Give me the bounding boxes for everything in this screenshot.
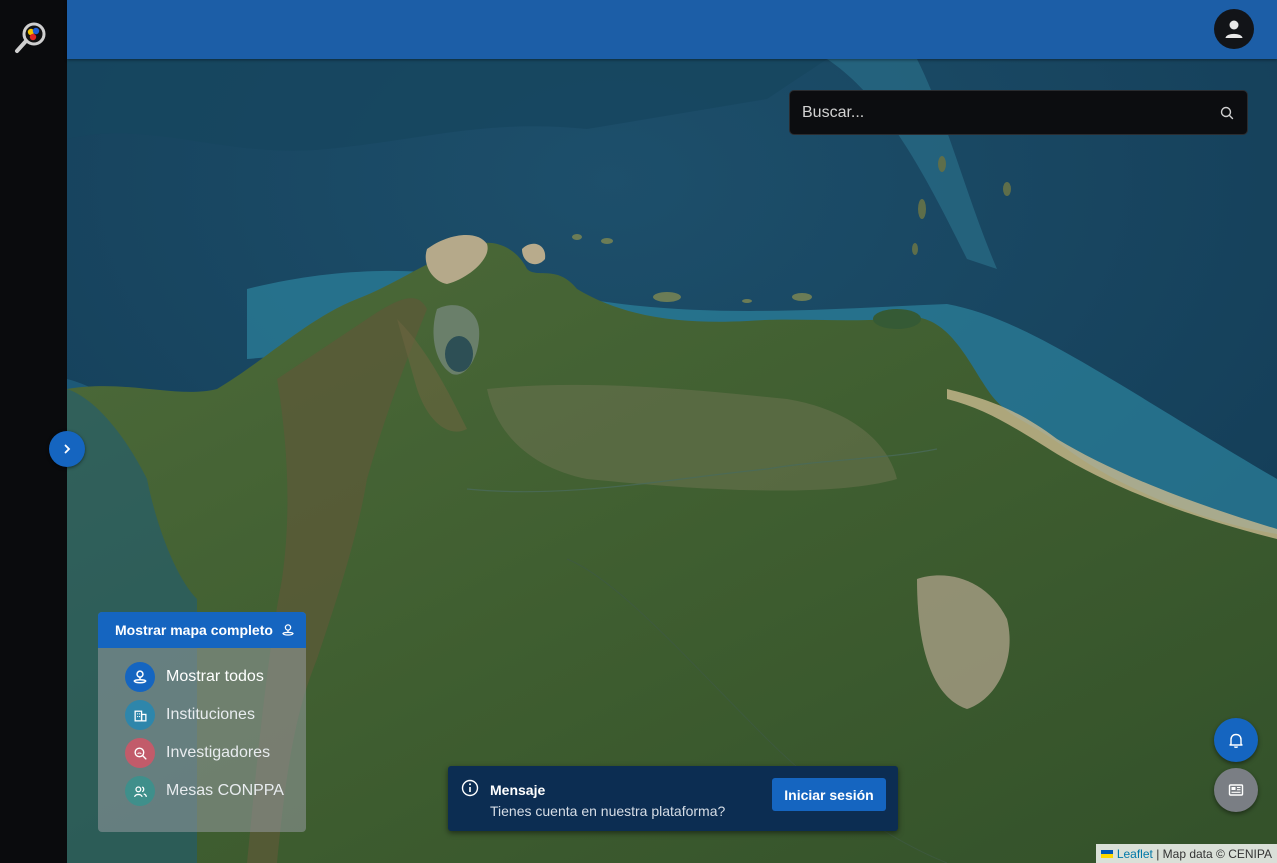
show-full-map-button[interactable]: Mostrar mapa completo	[98, 612, 306, 648]
top-header	[67, 0, 1277, 59]
leaflet-link[interactable]: Leaflet	[1117, 847, 1153, 861]
login-button[interactable]: Iniciar sesión	[772, 778, 886, 811]
app-logo[interactable]	[14, 20, 48, 54]
search-input[interactable]	[790, 91, 1207, 134]
info-icon	[461, 779, 479, 802]
group-icon	[125, 776, 155, 806]
show-full-map-label: Mostrar mapa completo	[115, 622, 273, 638]
news-button[interactable]	[1214, 768, 1258, 812]
map-attribution: Leaflet | Map data © CENIPA	[1095, 844, 1277, 863]
pin-icon	[125, 662, 155, 692]
filter-researchers[interactable]: Investigadores	[125, 738, 270, 768]
chevron-right-icon	[64, 444, 71, 454]
filter-label: Mesas CONPPA	[166, 782, 284, 799]
filter-conppa-tables[interactable]: Mesas CONPPA	[125, 776, 284, 806]
user-avatar-button[interactable]	[1214, 9, 1254, 49]
attribution-separator: |	[1152, 846, 1163, 861]
search-icon[interactable]	[1207, 106, 1247, 120]
filter-show-all[interactable]: Mostrar todos	[125, 662, 264, 692]
message-title: Mensaje	[490, 782, 546, 798]
filter-label: Instituciones	[166, 706, 255, 723]
message-body: Tienes cuenta en nuestra plataforma?	[490, 803, 726, 819]
bell-icon	[1229, 733, 1243, 748]
map-data-credit: Map data © CENIPA	[1162, 846, 1272, 861]
ukraine-flag-icon	[1100, 849, 1113, 858]
map-filter-panel: Mostrar mapa completo Mostrar todos Inst…	[98, 612, 306, 832]
expand-sidebar-button[interactable]	[49, 431, 85, 467]
login-message-toast: Mensaje Tienes cuenta en nuestra platafo…	[448, 766, 898, 831]
pin-icon	[281, 623, 295, 637]
sidebar	[0, 0, 67, 863]
search-person-icon	[125, 738, 155, 768]
building-icon	[125, 700, 155, 730]
notifications-button[interactable]	[1214, 718, 1258, 762]
filter-label: Mostrar todos	[166, 668, 264, 685]
user-icon	[1225, 20, 1243, 38]
filter-label: Investigadores	[166, 744, 271, 761]
search-bar	[789, 90, 1248, 135]
filter-institutions[interactable]: Instituciones	[125, 700, 255, 730]
newspaper-icon	[1228, 784, 1244, 796]
